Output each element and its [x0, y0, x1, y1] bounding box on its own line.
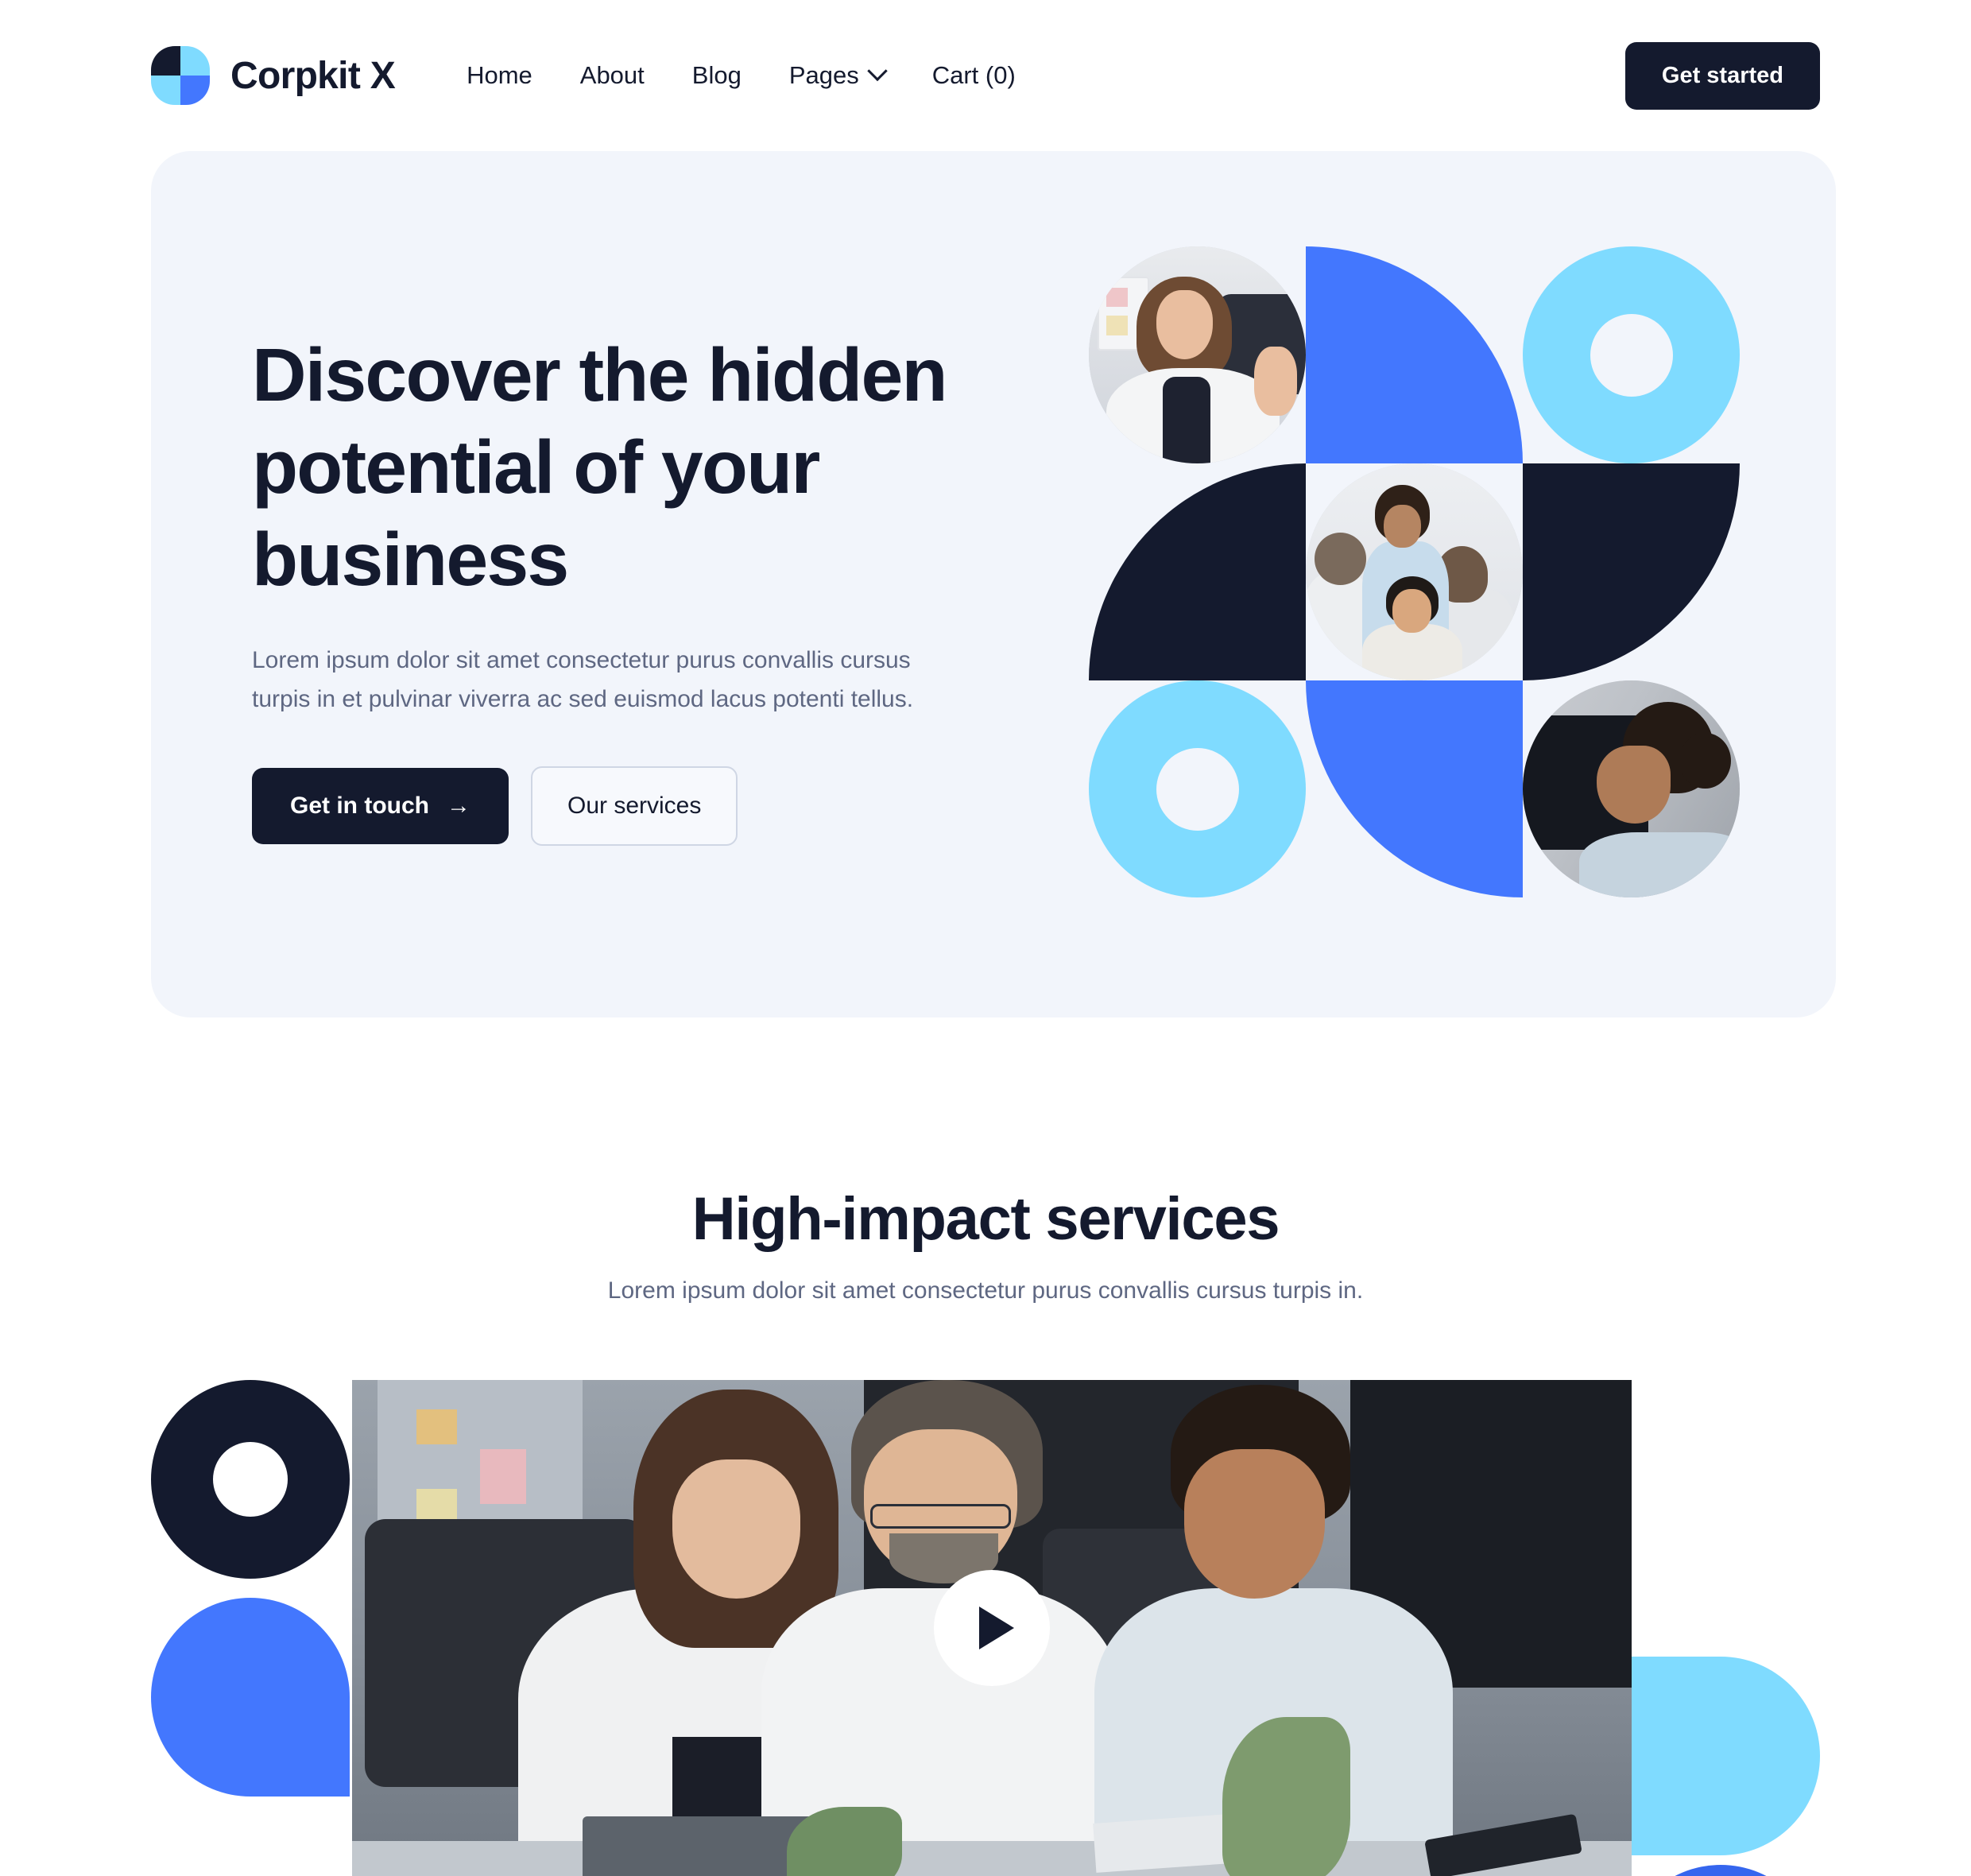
- brand-name: Corpkit X: [230, 54, 396, 97]
- logo-squares-icon: [151, 46, 210, 105]
- arrow-right-icon: →: [447, 793, 470, 820]
- get-in-touch-button[interactable]: Get in touch →: [252, 768, 509, 845]
- page-root: Corpkit X Home About Blog Pages Cart (0)…: [0, 0, 1971, 1876]
- hero-copy: Discover the hidden potential of your bu…: [252, 330, 1047, 847]
- nav-item-label: Home: [467, 61, 532, 89]
- nav-item-blog[interactable]: Blog: [692, 61, 742, 90]
- hero-actions: Get in touch → Our services: [252, 766, 1047, 847]
- nav-item-label: Pages: [788, 61, 859, 89]
- collage-cell-woman-at-desk: [1089, 246, 1306, 463]
- photo-team-meeting: [1306, 463, 1523, 680]
- play-icon[interactable]: [934, 1570, 1050, 1686]
- photo-woman-profile: [1523, 680, 1740, 897]
- video-band: [0, 1380, 1971, 1876]
- hero-collage: [1089, 246, 1741, 898]
- nav-item-about[interactable]: About: [580, 61, 645, 90]
- nav-item-cart[interactable]: Cart (0): [932, 61, 1016, 90]
- services-section: High-impact services Lorem ipsum dolor s…: [0, 1184, 1971, 1304]
- nav-item-label: Blog: [691, 61, 742, 89]
- collage-cell-woman-profile: [1523, 680, 1740, 897]
- services-title: High-impact services: [691, 1185, 1280, 1253]
- play-triangle: [979, 1607, 1014, 1649]
- hero-subtitle: Lorem ipsum dolor sit amet consectetur p…: [252, 646, 914, 712]
- site-header: Corpkit X Home About Blog Pages Cart (0)…: [0, 0, 1971, 151]
- services-subtitle: Lorem ipsum dolor sit amet consectetur p…: [607, 1277, 1364, 1304]
- sky-blob-decoration: [1621, 1657, 1820, 1855]
- brand-logo-link[interactable]: Corpkit X: [151, 46, 396, 105]
- nav-item-label: Cart (0): [931, 61, 1016, 89]
- hero-section: Discover the hidden potential of your bu…: [151, 151, 1836, 1017]
- collage-cell-sky-donut-1: [1523, 246, 1740, 463]
- get-in-touch-label: Get in touch: [290, 793, 429, 820]
- nav-item-pages[interactable]: Pages: [788, 60, 888, 90]
- nav-item-label: About: [579, 61, 645, 89]
- video-thumbnail[interactable]: [352, 1380, 1632, 1876]
- blue-donut-decoration: [1621, 1865, 1820, 1876]
- navy-donut-decoration: [151, 1380, 350, 1579]
- blue-blob-decoration: [151, 1598, 350, 1797]
- collage-cell-blue-rounded-top-right: [1306, 246, 1523, 463]
- collage-cell-navy-rounded-bottom-right: [1523, 463, 1740, 680]
- collage-cell-team-meeting: [1306, 463, 1523, 680]
- hero-title: Discover the hidden potential of your bu…: [252, 333, 948, 602]
- nav-item-home[interactable]: Home: [467, 61, 532, 90]
- collage-cell-sky-donut-2: [1089, 680, 1306, 897]
- collage-cell-blue-rounded-bottom-left: [1306, 680, 1523, 897]
- get-started-button[interactable]: Get started: [1624, 41, 1820, 110]
- photo-woman-at-desk: [1089, 246, 1306, 463]
- chevron-down-icon: [867, 60, 888, 82]
- our-services-button[interactable]: Our services: [531, 766, 738, 847]
- main-nav: Home About Blog Pages Cart (0): [467, 60, 1016, 90]
- collage-cell-navy-rounded-top-left: [1089, 463, 1306, 680]
